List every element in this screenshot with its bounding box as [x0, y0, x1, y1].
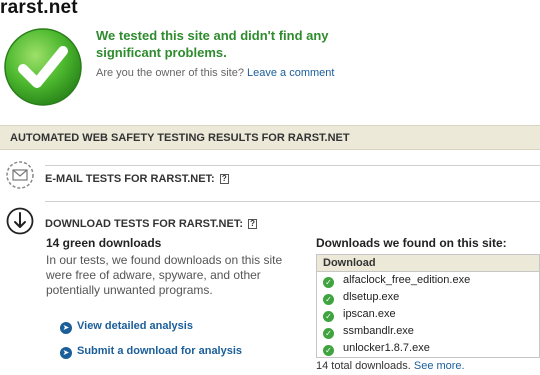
verdict-message: We tested this site and didn't find any …	[96, 28, 329, 60]
divider	[45, 201, 540, 202]
envelope-icon	[6, 161, 34, 189]
download-tests-label: DOWNLOAD TESTS FOR RARST.NET:	[45, 218, 243, 230]
help-icon[interactable]: ?	[219, 174, 229, 184]
email-tests-title: E-MAIL TESTS FOR RARST.NET: ?	[45, 173, 229, 185]
arrow-right-icon: ➤	[60, 347, 72, 359]
check-icon: ✓	[323, 328, 334, 339]
found-downloads-title: Downloads we found on this site:	[316, 236, 507, 250]
downloads-description: In our tests, we found downloads on this…	[46, 253, 283, 297]
downloads-table: Download ✓ alfaclock_free_edition.exe ✓ dl…	[316, 254, 540, 358]
table-row[interactable]: ✓ ipscan.exe	[317, 306, 539, 323]
total-downloads-text: 14 total downloads.	[316, 360, 411, 372]
see-more-link[interactable]: See more.	[414, 360, 465, 372]
view-analysis-link[interactable]: ➤ View detailed analysis	[60, 320, 193, 334]
file-name: ssmbandlr.exe	[343, 325, 414, 337]
help-icon[interactable]: ?	[248, 219, 258, 229]
file-name: ipscan.exe	[343, 308, 396, 320]
check-icon: ✓	[323, 277, 334, 288]
file-name: unlocker1.8.7.exe	[343, 342, 430, 354]
file-name: alfaclock_free_edition.exe	[343, 274, 471, 286]
owner-prompt: Are you the owner of this site? Leave a …	[96, 67, 334, 79]
green-downloads-count: 14 green downloads	[46, 236, 162, 250]
arrow-right-icon: ➤	[60, 322, 72, 334]
table-row[interactable]: ✓ dlsetup.exe	[317, 289, 539, 306]
section-header: AUTOMATED WEB SAFETY TESTING RESULTS FOR…	[0, 125, 540, 150]
section-title: AUTOMATED WEB SAFETY TESTING RESULTS FOR…	[10, 132, 350, 144]
owner-question: Are you the owner of this site?	[96, 67, 244, 79]
table-row[interactable]: ✓ ssmbandlr.exe	[317, 323, 539, 340]
table-header: Download	[317, 255, 539, 272]
submit-download-label[interactable]: Submit a download for analysis	[77, 345, 242, 357]
download-tests-title: DOWNLOAD TESTS FOR RARST.NET: ?	[45, 218, 258, 230]
site-title: rarst.net	[0, 0, 78, 18]
email-tests-label: E-MAIL TESTS FOR RARST.NET:	[45, 173, 215, 185]
total-downloads: 14 total downloads. See more.	[316, 360, 465, 372]
check-icon: ✓	[323, 311, 334, 322]
check-icon: ✓	[323, 345, 334, 356]
divider	[45, 165, 540, 166]
check-icon: ✓	[323, 294, 334, 305]
leave-comment-link[interactable]: Leave a comment	[247, 67, 334, 79]
submit-download-link[interactable]: ➤ Submit a download for analysis	[60, 345, 242, 359]
table-row[interactable]: ✓ alfaclock_free_edition.exe	[317, 272, 539, 289]
view-analysis-label[interactable]: View detailed analysis	[77, 320, 193, 332]
file-name: dlsetup.exe	[343, 291, 400, 303]
download-arrow-icon	[6, 207, 34, 235]
safe-check-icon	[4, 28, 82, 106]
table-row[interactable]: ✓ unlocker1.8.7.exe	[317, 340, 539, 357]
